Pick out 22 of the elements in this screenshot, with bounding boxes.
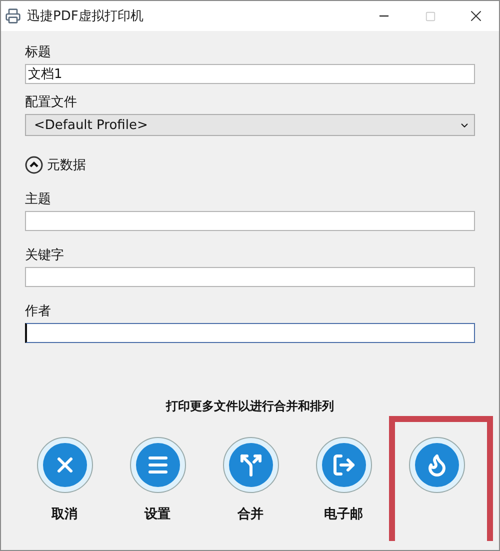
action-label: 取消 [52, 506, 78, 523]
action-label: 合并 [238, 506, 264, 523]
metadata-toggle[interactable]: 元数据 [25, 156, 86, 174]
input-field[interactable] [25, 323, 475, 343]
field-label: 关键字 [25, 247, 65, 264]
exit-icon [332, 453, 356, 477]
input-field[interactable] [25, 211, 475, 231]
window-title: 迅捷PDF虚拟打印机 [27, 8, 144, 25]
maximize-icon [424, 10, 436, 22]
printer-icon [5, 8, 21, 24]
input-field[interactable]: 文档1 [25, 64, 475, 84]
field-label: 标题 [25, 44, 52, 61]
hint-text: 打印更多文件以进行合并和排列 [166, 398, 334, 415]
field-label: 作者 [25, 303, 52, 320]
input-field[interactable] [25, 267, 475, 287]
action-label: 电子邮 [324, 506, 363, 523]
fork-icon [238, 453, 262, 477]
profile-dropdown[interactable]: <Default Profile> [25, 114, 475, 136]
field-label: 配置文件 [25, 94, 78, 111]
collapse-icon [25, 156, 43, 174]
field-label: 主题 [25, 191, 52, 208]
action-label: 设置 [144, 506, 170, 523]
